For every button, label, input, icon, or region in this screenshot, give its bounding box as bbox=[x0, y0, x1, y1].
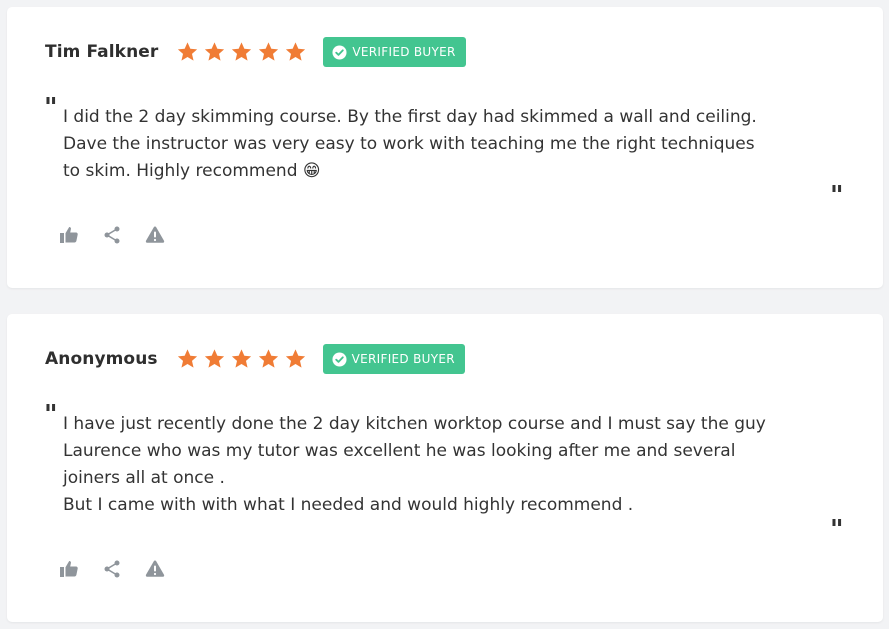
review-line: Laurence who was my tutor was excellent … bbox=[63, 441, 736, 461]
star-icon bbox=[201, 39, 228, 65]
review-text: I did the 2 day skimming course. By the … bbox=[63, 104, 823, 185]
review-line: But I came with with what I needed and w… bbox=[63, 495, 634, 515]
star-rating bbox=[174, 346, 309, 372]
star-icon bbox=[228, 346, 255, 372]
review-header: Tim Falkner VERIFIED BUYER bbox=[45, 37, 466, 67]
verified-buyer-badge: VERIFIED BUYER bbox=[323, 37, 466, 67]
star-icon bbox=[228, 39, 255, 65]
reviewer-name: Anonymous bbox=[45, 349, 158, 369]
review-actions bbox=[58, 558, 187, 580]
star-icon bbox=[174, 39, 201, 65]
star-icon bbox=[255, 346, 282, 372]
badge-label: VERIFIED BUYER bbox=[352, 45, 456, 59]
warning-icon[interactable] bbox=[144, 224, 166, 246]
badge-label: VERIFIED BUYER bbox=[351, 352, 455, 366]
share-icon[interactable] bbox=[101, 224, 123, 246]
review-text: I have just recently done the 2 day kitc… bbox=[63, 411, 823, 519]
share-icon[interactable] bbox=[101, 558, 123, 580]
close-quote-icon: " bbox=[830, 515, 844, 545]
check-circle-icon bbox=[332, 44, 347, 60]
review-card: Anonymous VERIFIED BUYER " I have just r… bbox=[7, 314, 883, 622]
star-icon bbox=[255, 39, 282, 65]
close-quote-icon: " bbox=[830, 181, 844, 211]
star-icon bbox=[174, 346, 201, 372]
review-card: Tim Falkner VERIFIED BUYER " I did the 2… bbox=[7, 7, 883, 288]
verified-buyer-badge: VERIFIED BUYER bbox=[322, 344, 465, 374]
review-header: Anonymous VERIFIED BUYER bbox=[45, 344, 465, 374]
review-line: Dave the instructor was very easy to wor… bbox=[63, 134, 755, 154]
warning-icon[interactable] bbox=[144, 558, 166, 580]
reviewer-name: Tim Falkner bbox=[45, 42, 159, 62]
star-icon bbox=[282, 346, 309, 372]
open-quote-icon: " bbox=[44, 93, 58, 123]
star-icon bbox=[282, 39, 309, 65]
review-line: joiners all at once . bbox=[63, 468, 225, 488]
review-line: I did the 2 day skimming course. By the … bbox=[63, 107, 757, 127]
check-circle-icon bbox=[332, 351, 347, 367]
thumbs-up-icon[interactable] bbox=[58, 224, 80, 246]
star-icon bbox=[201, 346, 228, 372]
star-rating bbox=[174, 39, 309, 65]
open-quote-icon: " bbox=[44, 400, 58, 430]
thumbs-up-icon[interactable] bbox=[58, 558, 80, 580]
review-line: to skim. Highly recommend 😁 bbox=[63, 161, 321, 181]
review-actions bbox=[58, 224, 187, 246]
review-line: I have just recently done the 2 day kitc… bbox=[63, 414, 766, 434]
